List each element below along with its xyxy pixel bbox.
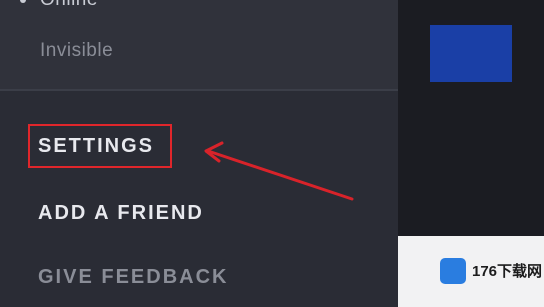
screen: Online Invisible SETTINGS ADD A FRIEND G… (0, 0, 544, 307)
online-status-dot-icon (20, 0, 26, 3)
status-group: Online Invisible (0, 0, 398, 89)
watermark-logo-icon (440, 258, 466, 284)
status-online[interactable]: Online (40, 0, 98, 11)
watermark-text: 176下载网 (472, 263, 543, 280)
settings-highlight-box (28, 124, 172, 168)
menu-item-give-feedback[interactable]: GIVE FEEDBACK (38, 266, 228, 289)
blue-button-strip[interactable] (430, 25, 512, 82)
status-invisible[interactable]: Invisible (40, 40, 113, 62)
menu-divider (0, 89, 398, 91)
menu-item-add-friend[interactable]: ADD A FRIEND (38, 202, 204, 225)
